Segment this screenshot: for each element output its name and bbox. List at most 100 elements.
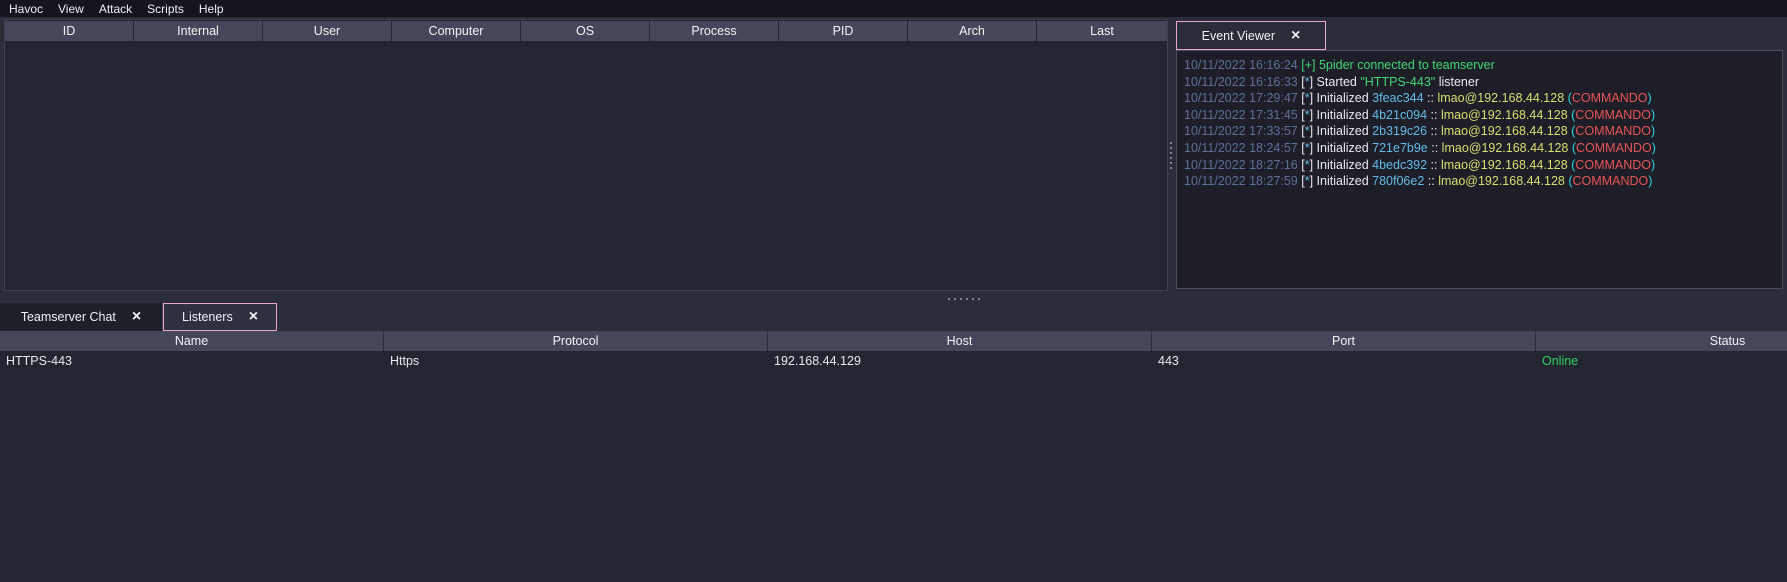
log-segment-red: COMMANDO [1575, 108, 1651, 122]
log-segment-blue: 4b21c094 [1372, 108, 1427, 122]
log-segment-yellow: lmao@192.168.44.128 [1441, 108, 1568, 122]
log-segment-fg: ] Initialized [1310, 91, 1373, 105]
log-segment-blue: 2b319c26 [1372, 124, 1427, 138]
listeners-column-host[interactable]: Host [768, 331, 1151, 351]
event-log-line: 10/11/2022 17:29:47 [*] Initialized 3fea… [1184, 90, 1782, 107]
log-segment-blue: 721e7b9e [1372, 141, 1428, 155]
log-segment-red: COMMANDO [1573, 174, 1649, 188]
session-column-id[interactable]: ID [5, 21, 133, 41]
event-log-line: 10/11/2022 16:16:33 [*] Started "HTTPS-4… [1184, 74, 1782, 91]
log-segment-fg: ] Initialized [1310, 108, 1373, 122]
log-segment-fg: ] Started [1310, 75, 1361, 89]
session-column-os[interactable]: OS [521, 21, 649, 41]
menu-bar: Havoc View Attack Scripts Help [0, 0, 1787, 17]
log-segment-red: COMMANDO [1572, 91, 1648, 105]
close-icon[interactable]: × [132, 309, 141, 325]
tab-label: Listeners [182, 310, 233, 324]
sessions-table-panel: IDInternalUserComputerOSProcessPIDArchLa… [4, 19, 1168, 291]
log-segment-yellow: lmao@192.168.44.128 [1441, 158, 1568, 172]
event-log-line: 10/11/2022 18:24:57 [*] Initialized 721e… [1184, 140, 1782, 157]
horizontal-splitter-handle[interactable] [948, 298, 984, 300]
log-segment-ts: 10/11/2022 18:27:16 [1184, 158, 1301, 172]
log-segment-fg: :: [1424, 174, 1438, 188]
log-segment-yellow: lmao@192.168.44.128 [1442, 141, 1569, 155]
log-segment-fg: :: [1428, 141, 1442, 155]
listeners-column-name[interactable]: Name [0, 331, 383, 351]
event-log: 10/11/2022 16:16:24 [+] 5pider connected… [1184, 57, 1782, 190]
session-column-arch[interactable]: Arch [908, 21, 1036, 41]
log-segment-green: "HTTPS-443" [1360, 75, 1435, 89]
sessions-table-body[interactable] [5, 42, 1167, 290]
event-viewer-panel: 10/11/2022 16:16:24 [+] 5pider connected… [1176, 50, 1783, 289]
log-segment-ts: 10/11/2022 17:33:57 [1184, 124, 1301, 138]
log-segment-fg: ] Initialized [1310, 141, 1373, 155]
listener-row[interactable]: HTTPS-443Https192.168.44.129443Online [0, 351, 1787, 370]
session-column-last[interactable]: Last [1037, 21, 1167, 41]
session-column-process[interactable]: Process [650, 21, 778, 41]
listeners-column-port[interactable]: Port [1152, 331, 1535, 351]
log-segment-yellow: lmao@192.168.44.128 [1437, 91, 1564, 105]
event-log-line: 10/11/2022 18:27:16 [*] Initialized 4bed… [1184, 157, 1782, 174]
close-icon[interactable]: × [249, 309, 258, 325]
log-segment-cyan: ) [1651, 108, 1655, 122]
log-segment-cyan: ) [1648, 91, 1652, 105]
log-segment-fg: :: [1427, 108, 1441, 122]
menu-view[interactable]: View [58, 2, 84, 16]
log-segment-blue: 780f06e2 [1372, 174, 1424, 188]
log-segment-ts: 10/11/2022 18:27:59 [1184, 174, 1301, 188]
log-segment-ts: 10/11/2022 16:16:24 [1184, 58, 1301, 72]
listener-cell-protocol: Https [384, 354, 767, 368]
log-segment-blue: 4bedc392 [1372, 158, 1427, 172]
log-segment-ts: 10/11/2022 17:31:45 [1184, 108, 1301, 122]
listeners-table-body[interactable]: HTTPS-443Https192.168.44.129443Online [0, 351, 1787, 582]
session-column-pid[interactable]: PID [779, 21, 907, 41]
vertical-splitter-handle[interactable] [1170, 142, 1172, 172]
close-icon[interactable]: × [1291, 28, 1300, 44]
session-column-user[interactable]: User [263, 21, 391, 41]
log-segment-fg: listener [1435, 75, 1479, 89]
listener-cell-port: 443 [1152, 354, 1535, 368]
log-segment-fg: ] Initialized [1310, 174, 1373, 188]
menu-attack[interactable]: Attack [99, 2, 132, 16]
listeners-table-header: NameProtocolHostPortStatus [0, 331, 1787, 351]
event-log-line: 10/11/2022 18:27:59 [*] Initialized 780f… [1184, 173, 1782, 190]
log-segment-cyan: ) [1651, 124, 1655, 138]
log-segment-ts: 10/11/2022 16:16:33 [1184, 75, 1301, 89]
event-log-line: 10/11/2022 17:31:45 [*] Initialized 4b21… [1184, 107, 1782, 124]
log-segment-ts: 10/11/2022 17:29:47 [1184, 91, 1301, 105]
log-segment-cyan: ) [1651, 158, 1655, 172]
event-log-line: 10/11/2022 16:16:24 [+] 5pider connected… [1184, 57, 1782, 74]
tab-teamserver-chat[interactable]: Teamserver Chat × [0, 303, 163, 331]
log-segment-yellow: lmao@192.168.44.128 [1441, 124, 1568, 138]
log-segment-green: [+] 5pider connected to teamserver [1301, 58, 1495, 72]
log-segment-fg: :: [1424, 91, 1438, 105]
sessions-table-header: IDInternalUserComputerOSProcessPIDArchLa… [5, 21, 1167, 41]
listener-cell-name: HTTPS-443 [0, 354, 383, 368]
log-segment-red: COMMANDO [1575, 158, 1651, 172]
log-segment-fg: ] Initialized [1310, 124, 1373, 138]
listener-cell-host: 192.168.44.129 [768, 354, 1151, 368]
menu-scripts[interactable]: Scripts [147, 2, 184, 16]
log-segment-fg: ] Initialized [1310, 158, 1373, 172]
listener-cell-status: Online [1536, 354, 1787, 368]
listeners-column-protocol[interactable]: Protocol [384, 331, 767, 351]
listeners-column-status[interactable]: Status [1536, 331, 1787, 351]
log-segment-yellow: lmao@192.168.44.128 [1438, 174, 1565, 188]
log-segment-cyan: ) [1648, 174, 1652, 188]
log-segment-blue: 3feac344 [1372, 91, 1423, 105]
menu-help[interactable]: Help [199, 2, 224, 16]
tab-label: Event Viewer [1202, 29, 1275, 43]
menu-havoc[interactable]: Havoc [9, 2, 43, 16]
session-column-computer[interactable]: Computer [392, 21, 520, 41]
log-segment-fg: :: [1427, 158, 1441, 172]
bottom-tab-bar: Teamserver Chat × Listeners × [0, 303, 1787, 331]
log-segment-red: COMMANDO [1575, 124, 1651, 138]
log-segment-red: COMMANDO [1576, 141, 1652, 155]
tab-label: Teamserver Chat [21, 310, 116, 324]
tab-listeners[interactable]: Listeners × [163, 303, 277, 331]
log-segment-fg: :: [1427, 124, 1441, 138]
havoc-window: { "menu": { "items": ["Havoc", "View", "… [0, 0, 1787, 582]
tab-event-viewer[interactable]: Event Viewer × [1176, 21, 1326, 50]
log-segment-ts: 10/11/2022 18:24:57 [1184, 141, 1301, 155]
session-column-internal[interactable]: Internal [134, 21, 262, 41]
